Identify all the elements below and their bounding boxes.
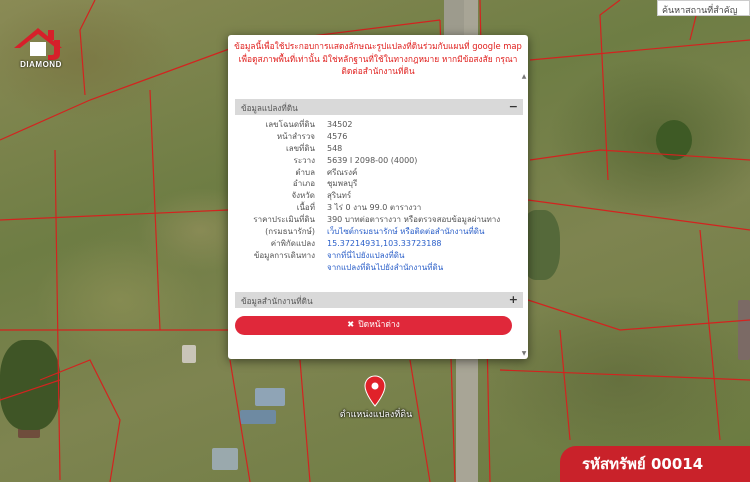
close-window-button[interactable]: ✖ ปิดหน้าต่าง <box>235 316 512 335</box>
info-row: ข้อมูลการเดินทาง จากที่นี่ไปยังแปลงที่ดิน <box>235 250 523 262</box>
info-label: หน้าสำรวจ <box>276 131 315 141</box>
search-landmark-button[interactable]: ค้นหาสถานที่สำคัญ <box>657 0 750 16</box>
info-row: เลขโฉนดที่ดิน 34502 <box>235 119 523 131</box>
popup-scrollbar[interactable]: ▲ ▼ <box>521 73 527 357</box>
info-value: 3 ไร่ 0 งาน 99.0 ตารางวา <box>327 203 422 213</box>
house-logo-icon <box>14 28 62 60</box>
info-label: ราคาประเมินที่ดิน <box>253 215 315 225</box>
close-label: ปิดหน้าต่าง <box>358 320 400 330</box>
marker-label: ตำแหน่งแปลงที่ดิน <box>339 410 413 420</box>
parcel-info-rows: เลขโฉนดที่ดิน 34502 หน้าสำรวจ 4576 เลขที่ดิน… <box>235 119 523 274</box>
info-link[interactable]: เว็บไซต์กรมธนารักษ์ หรือติดต่อสำนักงานที… <box>321 226 523 238</box>
property-code-badge: รหัสทรัพย์ 00014 <box>560 446 750 482</box>
info-row: ระวาง 5639 I 2098-00 (4000) <box>235 155 523 167</box>
info-value: ศรีณรงค์ <box>327 167 358 177</box>
expand-icon[interactable]: + <box>509 293 518 306</box>
section-title: ข้อมูลแปลงที่ดิน <box>241 103 298 113</box>
info-row: เลขที่ดิน 548 <box>235 143 523 155</box>
info-label: ข้อมูลการเดินทาง <box>253 250 315 260</box>
disclaimer-notice: ข้อมูลนี้เพื่อใช้ประกอบการแสดงลักษณะรูปแ… <box>234 41 522 76</box>
land-office-section-header[interactable]: ข้อมูลสำนักงานที่ดิน + <box>235 292 523 308</box>
diamond-logo[interactable]: DIAMOND <box>8 22 74 74</box>
section-title: ข้อมูลสำนักงานที่ดิน <box>241 296 313 306</box>
info-label: ค่าพิกัดแปลง <box>270 238 315 248</box>
info-label: เลขที่ดิน <box>285 143 315 153</box>
info-row: ราคาประเมินที่ดิน 390 บาทต่อตารางวา หรือต… <box>235 214 523 226</box>
info-row: อำเภอ ชุมพลบุรี <box>235 178 523 190</box>
info-value: ชุมพลบุรี <box>327 179 358 189</box>
info-row: เนื้อที่ 3 ไร่ 0 งาน 99.0 ตารางวา <box>235 202 523 214</box>
info-label: (กรมธนารักษ์) <box>265 227 315 237</box>
parcel-info-section-header[interactable]: ข้อมูลแปลงที่ดิน − <box>235 99 523 115</box>
info-label: เนื้อที่ <box>296 203 315 213</box>
scroll-up-icon[interactable]: ▲ <box>521 73 527 80</box>
info-row: ตำบล ศรีณรงค์ <box>235 167 523 179</box>
info-row: จากแปลงที่ดินไปยังสำนักงานที่ดิน <box>235 262 523 274</box>
info-value: สุรินทร์ <box>327 191 352 201</box>
info-row: (กรมธนารักษ์) เว็บไซต์กรมธนารักษ์ หรือติด… <box>235 226 523 238</box>
info-label: ตำบล <box>295 167 315 177</box>
info-value: 34502 <box>327 120 353 129</box>
info-label: ระวาง <box>293 155 315 165</box>
info-label: อำเภอ <box>292 179 315 189</box>
info-label: จังหวัด <box>291 191 315 201</box>
parcel-info-popup: ข้อมูลนี้เพื่อใช้ประกอบการแสดงลักษณะรูปแ… <box>228 35 528 359</box>
info-label <box>235 262 321 274</box>
info-value: 390 บาทต่อตารางวา หรือตรวจสอบข้อมูลผ่านท… <box>327 215 501 225</box>
info-label: เลขโฉนดที่ดิน <box>265 120 315 129</box>
info-value: 5639 I 2098-00 (4000) <box>327 155 418 165</box>
info-link[interactable]: 15.37214931,103.33723188 <box>321 238 523 250</box>
info-row: จังหวัด สุรินทร์ <box>235 190 523 202</box>
collapse-icon[interactable]: − <box>509 100 518 113</box>
info-value: 4576 <box>327 131 348 141</box>
info-value: 548 <box>327 143 343 153</box>
info-link[interactable]: จากที่นี่ไปยังแปลงที่ดิน <box>321 250 523 262</box>
logo-text: DIAMOND <box>20 60 62 69</box>
scroll-down-icon[interactable]: ▼ <box>521 350 527 357</box>
close-icon: ✖ <box>347 320 355 330</box>
info-row: ค่าพิกัดแปลง 15.37214931,103.33723188 <box>235 238 523 250</box>
info-row: หน้าสำรวจ 4576 <box>235 131 523 143</box>
map-pin-icon[interactable] <box>364 375 386 407</box>
info-link[interactable]: จากแปลงที่ดินไปยังสำนักงานที่ดิน <box>321 262 523 274</box>
